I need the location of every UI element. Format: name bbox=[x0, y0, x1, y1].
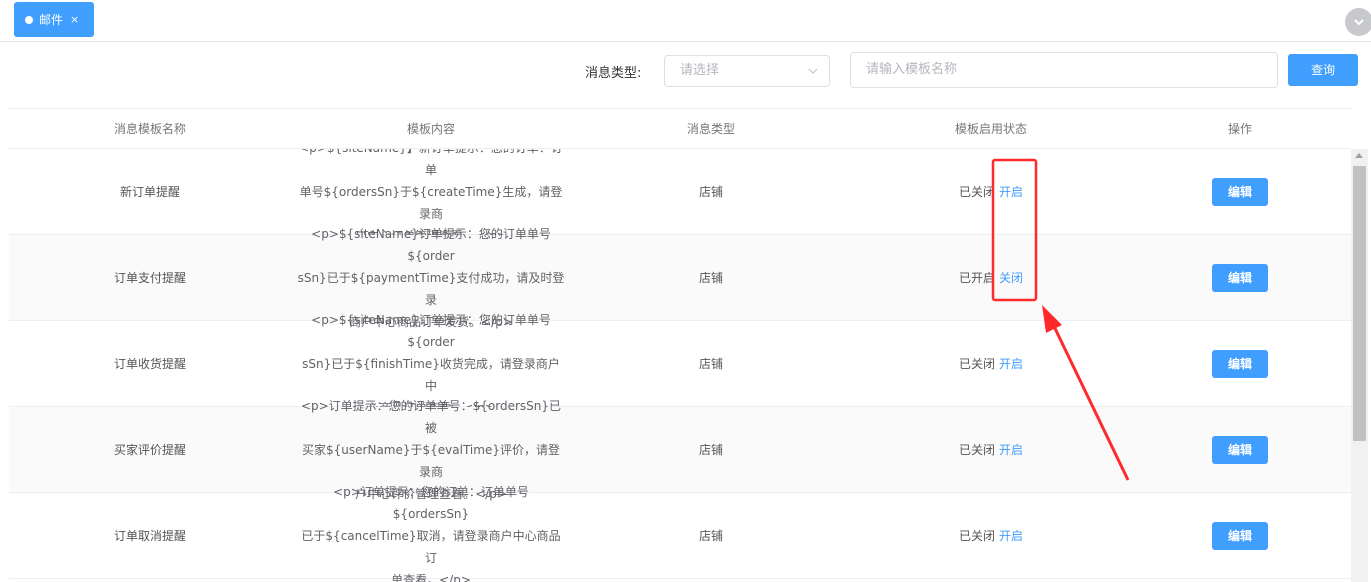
cell-template-content: <p>${siteName}】新订单提示：您的订单：订单单号${ordersSn… bbox=[291, 149, 571, 243]
table-row: 新订单提醒 <p>${siteName}】新订单提示：您的订单：订单单号${ord… bbox=[9, 149, 1351, 243]
cell-message-type: 店铺 bbox=[698, 185, 723, 199]
table-row: 订单收货提醒 <p>${siteName}订单提示：您的订单单号${order sS… bbox=[9, 313, 1351, 415]
vertical-scrollbar[interactable] bbox=[1351, 149, 1368, 582]
cell-action: 编辑 bbox=[1131, 235, 1349, 320]
edit-button[interactable]: 编辑 bbox=[1212, 349, 1268, 378]
content-line: 单号${ordersSn}于${createTime}生成，请登录商 bbox=[299, 184, 563, 221]
header-name: 消息模板名称 bbox=[113, 122, 186, 136]
query-button[interactable]: 查询 bbox=[1288, 54, 1358, 86]
status-toggle-link[interactable]: 开启 bbox=[999, 355, 1023, 372]
content-line: <p>${siteName}】新订单提示：您的订单：订单 bbox=[299, 149, 563, 177]
content-line: <p>${siteName}订单提示：您的订单单号${order bbox=[311, 226, 551, 263]
status-text: 已关闭 bbox=[958, 443, 995, 457]
cell-template-content: <p>订单提示：您的订单单号：${ordersSn}已被 买家${userName… bbox=[291, 399, 571, 501]
cell-template-content: <p>${siteName}订单提示：您的订单单号${order sSn}已于${… bbox=[291, 227, 571, 329]
cell-status: 已关闭 开启 bbox=[851, 321, 1131, 406]
collapse-button[interactable] bbox=[1345, 8, 1371, 36]
status-text: 已关闭 bbox=[958, 529, 995, 543]
status-toggle-link[interactable]: 开启 bbox=[999, 527, 1023, 544]
cell-template-name: 买家评价提醒 bbox=[113, 443, 186, 457]
cell-template-name: 订单支付提醒 bbox=[113, 271, 186, 285]
cell-message-type: 店铺 bbox=[698, 271, 723, 285]
cell-template-name: 新订单提醒 bbox=[119, 185, 180, 199]
cell-template-name: 订单收货提醒 bbox=[113, 357, 186, 371]
status-toggle-link[interactable]: 关闭 bbox=[999, 269, 1023, 286]
edit-button[interactable]: 编辑 bbox=[1212, 435, 1268, 464]
cell-action: 编辑 bbox=[1131, 493, 1349, 578]
content-line: 买家${userName}于${evalTime}评价，请登录商 bbox=[302, 442, 560, 479]
cell-template-name: 订单取消提醒 bbox=[113, 529, 186, 543]
content-line: sSn}已于${paymentTime}支付成功，请及时登录 bbox=[297, 270, 565, 307]
cell-action: 编辑 bbox=[1131, 321, 1349, 406]
header-action: 操作 bbox=[1227, 122, 1252, 136]
content-line: <p>订单提示：您的订单：订单单号${ordersSn} bbox=[333, 484, 529, 521]
table-header: 消息模板名称 模板内容 消息类型 模板启用状态 操作 bbox=[9, 108, 1351, 149]
tab-label: 邮件 bbox=[39, 13, 64, 27]
tab-mail[interactable]: 邮件 × bbox=[14, 2, 94, 37]
tab-bar: 邮件 × bbox=[0, 0, 1371, 42]
cell-message-type: 店铺 bbox=[698, 529, 723, 543]
status-toggle-link[interactable]: 开启 bbox=[999, 183, 1023, 200]
status-text: 已开启 bbox=[958, 271, 995, 285]
table-row: 买家评价提醒 <p>订单提示：您的订单单号：${ordersSn}已被 买家${us… bbox=[9, 399, 1351, 501]
cell-status: 已关闭 开启 bbox=[851, 149, 1131, 234]
template-name-placeholder: 请输入模板名称 bbox=[866, 62, 958, 77]
chevron-down-icon bbox=[808, 68, 818, 74]
table-row: 订单取消提醒 <p>订单提示：您的订单：订单单号${ordersSn} 已于${ca… bbox=[9, 485, 1351, 582]
active-dot-icon bbox=[25, 15, 33, 24]
status-text: 已关闭 bbox=[958, 185, 995, 199]
type-select-placeholder: 请选择 bbox=[680, 63, 720, 78]
content-line: sSn}已于${finishTime}收货完成，请登录商户中 bbox=[302, 356, 560, 393]
header-content: 模板内容 bbox=[406, 122, 455, 136]
cell-template-content: <p>${siteName}订单提示：您的订单单号${order sSn}已于${… bbox=[291, 313, 571, 415]
edit-button[interactable]: 编辑 bbox=[1212, 521, 1268, 550]
scrollbar-thumb[interactable] bbox=[1353, 166, 1366, 441]
content-line: 已于${cancelTime}取消，请登录商户中心商品订 bbox=[301, 528, 561, 565]
status-toggle-link[interactable]: 开启 bbox=[999, 441, 1023, 458]
table-body: 新订单提醒 <p>${siteName}】新订单提示：您的订单：订单单号${ord… bbox=[9, 149, 1351, 582]
filter-bar: 消息类型: 请选择 请输入模板名称 查询 bbox=[0, 42, 1371, 108]
cell-message-type: 店铺 bbox=[698, 357, 723, 371]
header-status: 模板启用状态 bbox=[954, 122, 1027, 136]
scroll-up-icon[interactable] bbox=[1355, 153, 1363, 158]
content-line: <p>${siteName}订单提示：您的订单单号${order bbox=[311, 312, 551, 349]
tab-close-icon[interactable]: × bbox=[70, 13, 79, 26]
type-select[interactable]: 请选择 bbox=[664, 55, 830, 87]
cell-template-content: <p>订单提示：您的订单：订单单号${ordersSn} 已于${cancelTi… bbox=[291, 485, 571, 582]
edit-button[interactable]: 编辑 bbox=[1212, 263, 1268, 292]
content-line: 单查看。</p> bbox=[391, 572, 471, 582]
content-line: <p>订单提示：您的订单单号：${ordersSn}已被 bbox=[300, 398, 562, 435]
type-filter-label: 消息类型: bbox=[585, 66, 642, 81]
cell-action: 编辑 bbox=[1131, 149, 1349, 234]
cell-status: 已开启 关闭 bbox=[851, 235, 1131, 320]
cell-message-type: 店铺 bbox=[698, 443, 723, 457]
status-text: 已关闭 bbox=[958, 357, 995, 371]
table-row: 订单支付提醒 <p>${siteName}订单提示：您的订单单号${order sS… bbox=[9, 227, 1351, 329]
header-type: 消息类型 bbox=[686, 122, 735, 136]
cell-status: 已关闭 开启 bbox=[851, 407, 1131, 492]
template-name-input[interactable]: 请输入模板名称 bbox=[850, 52, 1278, 88]
cell-action: 编辑 bbox=[1131, 407, 1349, 492]
cell-status: 已关闭 开启 bbox=[851, 493, 1131, 578]
chevron-down-icon bbox=[1354, 19, 1364, 26]
content-text: <p>订单提示：您的订单：订单单号${ordersSn} 已于${cancelTi… bbox=[297, 481, 565, 582]
edit-button[interactable]: 编辑 bbox=[1212, 177, 1268, 206]
